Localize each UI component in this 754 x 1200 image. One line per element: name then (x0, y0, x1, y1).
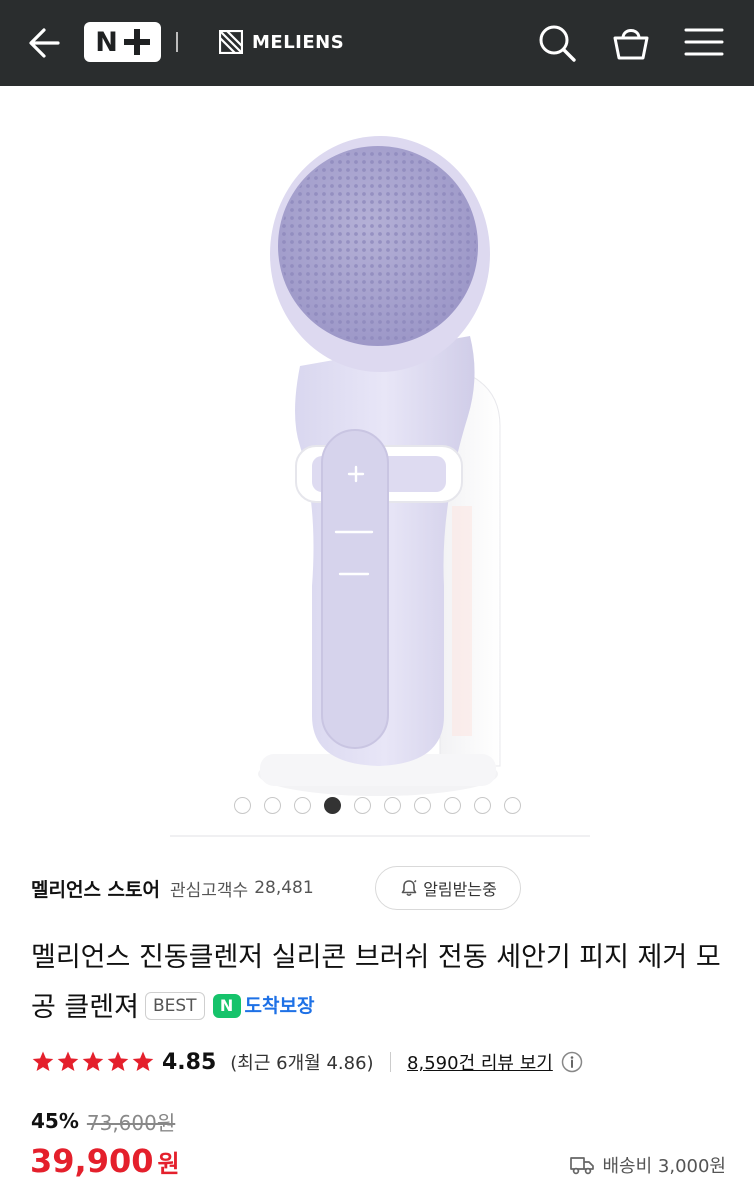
product-title-block: 멜리언스 진동클렌저 실리콘 브러쉬 전동 세안기 피지 제거 모공 클렌져 BE… (31, 933, 731, 1034)
store-info: 멜리언스 스토어 관심고객수 28,481 (31, 866, 314, 910)
gallery-dot[interactable] (353, 797, 371, 814)
reviews-link[interactable]: 8,590건 리뷰 보기 (407, 1049, 553, 1075)
star-icon (57, 1051, 79, 1071)
gallery-dot[interactable] (503, 797, 521, 814)
info-icon[interactable] (561, 1051, 583, 1073)
naver-n-icon: N (212, 993, 241, 1018)
star-icon (32, 1051, 54, 1071)
rating-row: 4.85 (최근 6개월 4.86) 8,590건 리뷰 보기 (31, 1044, 583, 1080)
sale-price: 39,900 (30, 1142, 154, 1180)
product-image (170, 136, 590, 837)
meliens-logo-icon (219, 30, 243, 54)
best-badge: BEST (144, 991, 205, 1020)
original-price: 73,600원 (86, 1110, 176, 1135)
sale-price-row: 39,900 원 (30, 1142, 180, 1188)
top-navigation-bar: N MELIENS (0, 0, 754, 86)
shipping-info: 배송비 3,000원 (569, 1150, 727, 1180)
star-icon (107, 1051, 129, 1071)
discount-rate: 45% (31, 1109, 79, 1133)
discount-row: 45% 73,600원 (31, 1106, 175, 1136)
store-name[interactable]: 멜리언스 스토어 (31, 875, 160, 902)
naver-plus-logo-n: N (95, 26, 118, 58)
star-icon (82, 1051, 104, 1071)
gallery-dot[interactable] (263, 797, 281, 814)
alarm-subscribe-button[interactable]: 알림받는중 (375, 866, 521, 910)
gallery-dot[interactable] (293, 797, 311, 814)
gallery-dot[interactable] (413, 797, 431, 814)
brand-name: MELIENS (252, 31, 345, 53)
fans-count: 28,481 (254, 878, 314, 898)
fans-label: 관심고객수 (169, 880, 249, 901)
gallery-dot[interactable] (233, 797, 251, 814)
arrival-guarantee-text: 도착보장 (244, 994, 315, 1017)
gallery-dot-active[interactable] (323, 797, 341, 814)
star-rating (31, 1050, 155, 1074)
product-title: 멜리언스 진동클렌저 실리콘 브러쉬 전동 세안기 피지 제거 모공 클렌져 (31, 942, 721, 1023)
alarm-button-label: 알림받는중 (423, 880, 497, 899)
hamburger-menu-icon[interactable] (681, 20, 727, 66)
gallery-pagination (0, 797, 754, 819)
product-image-gallery[interactable] (0, 86, 754, 840)
shipping-fee: 배송비 3,000원 (602, 1156, 727, 1177)
plus-icon (123, 29, 150, 55)
header-divider (176, 32, 178, 52)
rating-divider (389, 1052, 392, 1072)
brand-logo[interactable]: MELIENS (219, 28, 344, 56)
search-icon[interactable] (534, 20, 580, 66)
back-arrow-icon[interactable] (24, 22, 66, 64)
star-icon (132, 1051, 154, 1071)
shopping-bag-icon[interactable] (608, 20, 654, 66)
recent-rating: (최근 6개월 4.86) (230, 1053, 374, 1074)
gallery-dot[interactable] (383, 797, 401, 814)
delivery-truck-icon (569, 1157, 594, 1175)
naver-plus-logo[interactable]: N (84, 22, 161, 62)
currency-unit: 원 (157, 1150, 180, 1178)
rating-score: 4.85 (162, 1049, 217, 1075)
gallery-dot[interactable] (473, 797, 491, 814)
gallery-dot[interactable] (443, 797, 461, 814)
bell-icon (401, 880, 417, 897)
arrival-guarantee-badge: N 도착보장 (212, 981, 315, 1031)
